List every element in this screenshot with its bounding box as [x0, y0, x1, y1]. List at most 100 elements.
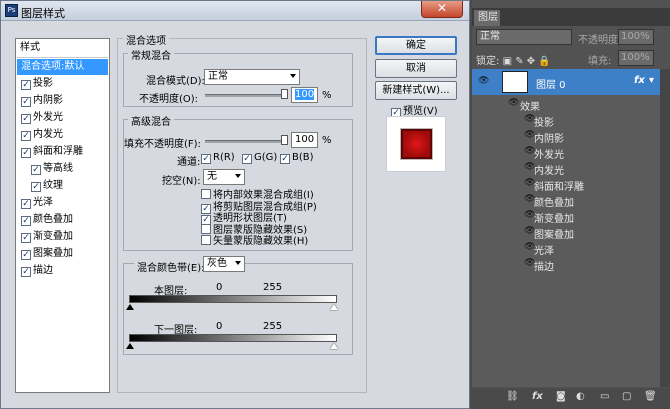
layer-fill-input[interactable]: 100% — [618, 50, 654, 66]
channel-b-checkbox[interactable]: ✓ — [280, 154, 290, 164]
blend-options-title: 混合选项 — [123, 32, 169, 47]
chevron-down-icon — [235, 261, 241, 265]
style-checkbox[interactable]: ✓ — [21, 97, 31, 107]
style-list-header[interactable]: 样式 — [17, 40, 108, 56]
style-list-item[interactable]: ✓ 外发光 — [17, 110, 108, 126]
style-checkbox[interactable]: ✓ — [21, 233, 31, 243]
style-checkbox[interactable]: ✓ — [21, 250, 31, 260]
style-checkbox[interactable]: ✓ — [21, 114, 31, 124]
effect-item[interactable]: 斜面和浮雕 — [534, 178, 584, 193]
this-layer-white-handle[interactable] — [330, 304, 338, 310]
general-blending-title: 常规混合 — [128, 47, 174, 62]
effects-eye-icon[interactable]: 👁 — [508, 98, 519, 108]
mask-icon[interactable]: ◙ — [556, 391, 566, 402]
layer-blend-mode-select[interactable]: 正常 — [476, 29, 572, 45]
channel-b[interactable]: ✓ B(B) — [280, 152, 314, 164]
tab-layers[interactable]: 图层 — [474, 10, 500, 26]
channel-g[interactable]: ✓ G(G) — [242, 152, 277, 164]
style-list-item[interactable]: ✓ 内阴影 — [17, 93, 108, 109]
style-checkbox[interactable]: ✓ — [21, 199, 31, 209]
effect-item[interactable]: 投影 — [534, 114, 554, 129]
style-list-item[interactable]: 混合选项:默认 — [17, 59, 108, 75]
style-list-item[interactable]: ✓ 等高线 — [17, 161, 108, 177]
style-checkbox[interactable]: ✓ — [31, 182, 41, 192]
style-checkbox[interactable]: ✓ — [31, 165, 41, 175]
under-layer-gradient — [129, 334, 337, 342]
style-checkbox[interactable]: ✓ — [21, 80, 31, 90]
chevron-down-icon — [235, 174, 241, 178]
opacity-slider-thumb[interactable] — [281, 89, 288, 99]
folder-icon[interactable]: ▭ — [600, 391, 609, 402]
layer-name[interactable]: 图层 0 — [536, 76, 566, 91]
scrollbar[interactable] — [660, 69, 670, 387]
close-button[interactable]: ✕ — [421, 1, 463, 18]
knockout-label: 挖空(N): — [162, 176, 201, 187]
this-layer-black-handle[interactable] — [126, 304, 134, 310]
channel-r[interactable]: ✓ R(R) — [201, 152, 235, 164]
under-layer-black-handle[interactable] — [126, 343, 134, 349]
title-bar[interactable]: Ps 图层样式 ✕ — [1, 1, 469, 21]
style-list-item[interactable]: ✓ 描边 — [17, 263, 108, 279]
expand-arrow-icon[interactable]: ▾ — [649, 75, 654, 86]
style-list-item-label: 内阴影 — [33, 95, 63, 106]
style-checkbox[interactable]: ✓ — [21, 216, 31, 226]
effect-item[interactable]: 描边 — [534, 258, 554, 273]
fill-opacity-unit: % — [322, 135, 332, 146]
fill-opacity-slider-thumb[interactable] — [281, 135, 288, 145]
fill-opacity-slider[interactable] — [205, 140, 287, 143]
style-list-item[interactable]: ✓ 渐变叠加 — [17, 229, 108, 245]
style-checkbox[interactable]: ✓ — [21, 267, 31, 277]
effect-item[interactable]: 渐变叠加 — [534, 210, 574, 225]
under-layer-white-handle[interactable] — [330, 343, 338, 349]
style-checkbox[interactable]: ✓ — [21, 131, 31, 141]
adjustment-icon[interactable]: ◐ — [576, 391, 585, 402]
channel-b-label: B(B) — [292, 152, 314, 163]
lock-transparent-icon[interactable]: ▣ — [503, 56, 512, 67]
style-checkbox[interactable]: ✓ — [21, 148, 31, 158]
style-list-item-label: 等高线 — [43, 163, 73, 174]
style-list-item[interactable]: ✓ 纹理 — [17, 178, 108, 194]
ok-button[interactable]: 确定 — [375, 36, 457, 55]
lock-all-icon[interactable]: 🔒 — [538, 56, 550, 67]
channel-g-checkbox[interactable]: ✓ — [242, 154, 252, 164]
new-style-button[interactable]: 新建样式(W)... — [375, 81, 457, 100]
eye-icon[interactable]: 👁 — [478, 76, 489, 86]
lock-row: 锁定: ▣ ✎ ✥ 🔒 — [476, 52, 551, 67]
fx-icon[interactable]: fx — [532, 391, 543, 402]
style-list-item[interactable]: ✓ 颜色叠加 — [17, 212, 108, 228]
effect-item[interactable]: 光泽 — [534, 242, 554, 257]
advanced-blending-title: 高级混合 — [128, 113, 174, 128]
effect-item[interactable]: 内发光 — [534, 162, 564, 177]
style-list-item[interactable]: ✓ 内发光 — [17, 127, 108, 143]
layer-fill-label: 填充: — [588, 56, 612, 67]
layer-thumbnail[interactable] — [502, 71, 528, 93]
cancel-button[interactable]: 取消 — [375, 59, 457, 78]
effect-item[interactable]: 内阴影 — [534, 130, 564, 145]
trash-icon[interactable]: 🗑 — [644, 391, 657, 402]
layer-row[interactable]: 👁 图层 0 fx ▾ — [472, 69, 660, 95]
link-icon[interactable]: ⛓ — [506, 391, 519, 402]
lock-paint-icon[interactable]: ✎ — [515, 56, 523, 67]
opacity-input[interactable]: 100 — [291, 87, 318, 103]
style-list-item[interactable]: ✓ 斜面和浮雕 — [17, 144, 108, 160]
style-list-item[interactable]: ✓ 图案叠加 — [17, 246, 108, 262]
effect-item[interactable]: 图案叠加 — [534, 226, 574, 241]
style-list-item[interactable]: ✓ 光泽 — [17, 195, 108, 211]
layer-opacity-input[interactable]: 100% — [618, 29, 654, 45]
this-layer-gradient — [129, 295, 337, 303]
effect-item[interactable]: 外发光 — [534, 146, 564, 161]
under-layer-max: 255 — [263, 321, 283, 332]
fill-opacity-input[interactable]: 100 — [291, 132, 318, 148]
advanced-option-checkbox[interactable] — [201, 235, 211, 245]
opacity-slider[interactable] — [205, 94, 287, 97]
new-layer-icon[interactable]: ▢ — [622, 391, 631, 402]
channel-r-checkbox[interactable]: ✓ — [201, 154, 211, 164]
fx-icon[interactable]: fx — [634, 75, 645, 86]
style-list-item[interactable]: ✓ 投影 — [17, 76, 108, 92]
lock-move-icon[interactable]: ✥ — [527, 56, 535, 67]
advanced-option[interactable]: 矢量蒙版隐藏效果(H) — [201, 232, 308, 247]
blend-mode-select[interactable]: 正常 — [204, 69, 300, 85]
effect-item[interactable]: 颜色叠加 — [534, 194, 574, 209]
knockout-select[interactable]: 无 — [203, 169, 245, 185]
blend-if-select[interactable]: 灰色 — [203, 256, 245, 272]
